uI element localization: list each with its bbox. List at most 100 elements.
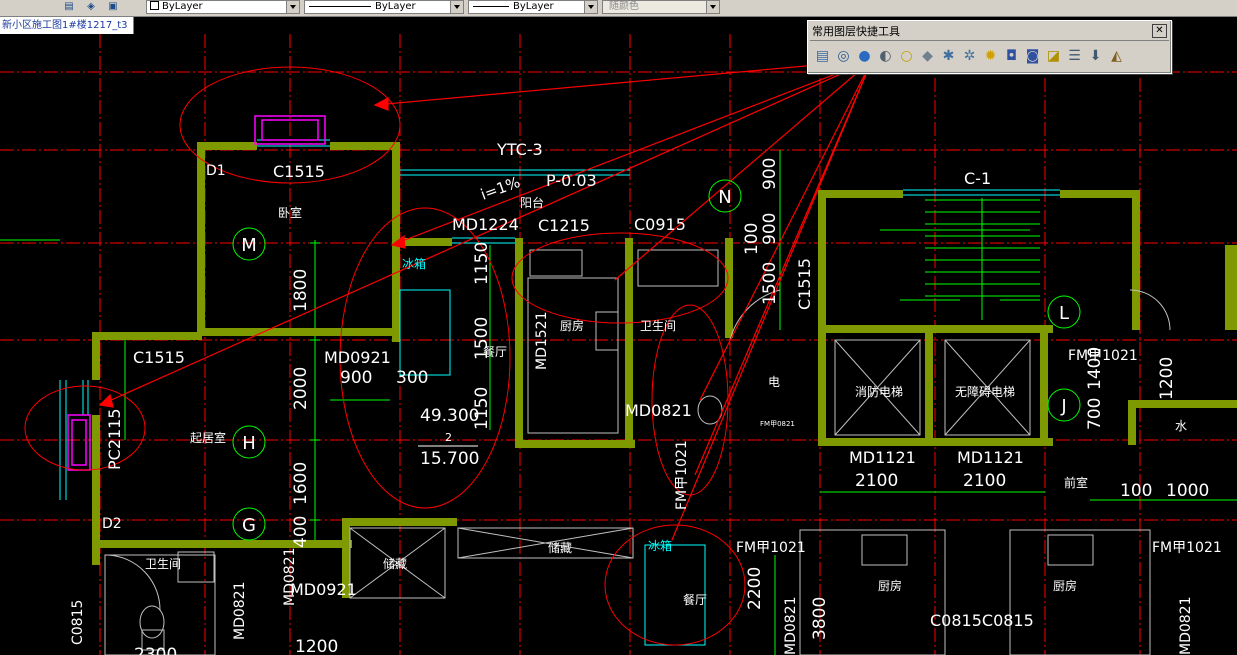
layer-quick-tool-panel[interactable]: 常用图层快捷工具 ✕ ▤ ◎ ● ◐ ○ ◆ ✱ ✲ ✹ ◘ ◙ ◪ ☰ ⬇ ◭ — [807, 20, 1172, 74]
svg-text:900: 900 — [760, 213, 780, 245]
svg-text:J: J — [1060, 396, 1066, 417]
layer-merge-icon[interactable]: ⬇ — [1085, 45, 1106, 67]
lineweight-preview — [473, 5, 509, 7]
svg-text:400: 400 — [291, 516, 311, 548]
svg-text:MD0821: MD0821 — [1178, 597, 1194, 655]
svg-text:C1515: C1515 — [133, 348, 185, 367]
layer-manager-icon[interactable]: ▤ — [62, 0, 76, 13]
svg-text:700: 700 — [1085, 398, 1105, 430]
svg-text:卫生间: 卫生间 — [145, 557, 181, 571]
lock-icon[interactable]: ◘ — [1001, 45, 1022, 67]
layer-tool-title-text: 常用图层快捷工具 — [812, 25, 900, 38]
svg-text:100: 100 — [1120, 481, 1152, 501]
linetype-combo[interactable]: ByLayer — [304, 0, 464, 14]
thaw-icon[interactable]: ✲ — [959, 45, 980, 67]
svg-text:N: N — [718, 187, 731, 208]
svg-text:MD1224: MD1224 — [452, 215, 519, 234]
layer-tool-title[interactable]: 常用图层快捷工具 — [810, 23, 1169, 41]
svg-text:前室: 前室 — [1064, 475, 1088, 490]
svg-text:无障碍电梯: 无障碍电梯 — [955, 384, 1015, 399]
svg-text:卫生间: 卫生间 — [640, 319, 676, 333]
svg-text:C1515: C1515 — [273, 162, 325, 181]
svg-text:厨房: 厨房 — [1053, 578, 1077, 593]
svg-text:L: L — [1059, 303, 1069, 324]
close-button[interactable]: ✕ — [1152, 24, 1167, 38]
svg-text:49.300: 49.300 — [420, 406, 479, 426]
svg-text:电: 电 — [768, 375, 780, 389]
layer-prev-state-icon[interactable]: ▣ — [106, 0, 120, 13]
svg-text:P-0.03: P-0.03 — [546, 171, 597, 190]
color-combo[interactable]: ByLayer — [146, 0, 300, 14]
sun-icon[interactable]: ✹ — [980, 45, 1001, 67]
svg-text:1500: 1500 — [472, 317, 492, 360]
color-combo-value: ByLayer — [162, 1, 203, 12]
svg-text:900: 900 — [760, 158, 780, 190]
properties-toolbar: ▤ ◈ ▣ ByLayer ByLayer ByLayer 随颜色 — [0, 0, 1237, 17]
chevron-down-icon[interactable] — [286, 1, 299, 13]
svg-text:储藏: 储藏 — [383, 556, 407, 571]
svg-text:FM甲1021: FM甲1021 — [674, 440, 690, 510]
svg-text:1800: 1800 — [291, 269, 311, 312]
svg-text:3800: 3800 — [810, 597, 830, 640]
svg-text:15.700: 15.700 — [420, 449, 479, 469]
unlock-icon[interactable]: ◙ — [1022, 45, 1043, 67]
svg-text:M: M — [241, 235, 257, 256]
svg-text:1200: 1200 — [295, 637, 338, 655]
svg-text:MD1121: MD1121 — [957, 448, 1024, 467]
layer-lock-icon[interactable]: ◪ — [1043, 45, 1064, 67]
svg-text:冰箱: 冰箱 — [648, 538, 672, 553]
chevron-down-icon[interactable] — [450, 1, 463, 13]
svg-text:900: 900 — [340, 368, 372, 388]
svg-text:储藏: 储藏 — [548, 540, 572, 555]
layer-delete-icon[interactable]: ◭ — [1106, 45, 1127, 67]
svg-text:C0815: C0815 — [70, 600, 86, 645]
svg-text:厨房: 厨房 — [560, 318, 584, 333]
svg-text:MD1521: MD1521 — [534, 312, 550, 371]
svg-text:起居室: 起居室 — [190, 430, 226, 445]
svg-text:C-1: C-1 — [964, 169, 991, 188]
svg-text:2300: 2300 — [134, 645, 177, 655]
svg-text:C0915: C0915 — [634, 215, 686, 234]
bulb-icon[interactable]: ○ — [896, 45, 917, 67]
plotstyle-combo: 随颜色 — [602, 0, 720, 14]
svg-text:2200: 2200 — [745, 567, 765, 610]
chevron-down-icon[interactable] — [584, 1, 597, 13]
svg-text:MD0921: MD0921 — [324, 348, 391, 367]
svg-text:冰箱: 冰箱 — [402, 256, 426, 271]
svg-text:卧室: 卧室 — [278, 205, 302, 220]
svg-text:YTC-3: YTC-3 — [496, 140, 543, 159]
svg-text:MD0821: MD0821 — [783, 597, 799, 655]
svg-text:1150: 1150 — [472, 242, 492, 285]
svg-text:100: 100 — [742, 223, 762, 255]
svg-text:D1: D1 — [206, 163, 226, 179]
freeze-icon[interactable]: ✱ — [938, 45, 959, 67]
layers-icon[interactable]: ▤ — [812, 45, 833, 67]
lineweight-combo[interactable]: ByLayer — [468, 0, 598, 14]
linetype-combo-value: ByLayer — [375, 1, 416, 12]
bulb-off-icon[interactable]: ◐ — [875, 45, 896, 67]
svg-text:FM甲1021: FM甲1021 — [1152, 540, 1222, 556]
plotstyle-combo-value: 随颜色 — [609, 1, 639, 12]
svg-text:餐厅: 餐厅 — [683, 592, 707, 607]
document-tab-title: 新小区施工图1#楼1217_t3 — [2, 20, 128, 31]
svg-text:水: 水 — [1175, 419, 1187, 433]
svg-text:MD0821: MD0821 — [232, 582, 248, 641]
svg-text:1000: 1000 — [1166, 481, 1209, 501]
layer-match-icon[interactable]: ◆ — [917, 45, 938, 67]
layer-previous-icon[interactable]: ◈ — [84, 0, 98, 13]
document-tab[interactable]: 新小区施工图1#楼1217_t3 — [0, 17, 135, 35]
svg-text:G: G — [242, 515, 256, 536]
svg-text:C0815C0815: C0815C0815 — [930, 611, 1034, 630]
layer-stack-icon[interactable]: ☰ — [1064, 45, 1085, 67]
cad-drawing-canvas[interactable]: N M L J H G 卧室 起居室 餐厅 厨房 卫生间 电 消防电梯 无障碍电… — [0, 34, 1237, 655]
svg-text:C1215: C1215 — [538, 216, 590, 235]
linetype-preview — [309, 5, 371, 7]
svg-text:MD0821: MD0821 — [282, 548, 298, 607]
svg-text:FM甲0821: FM甲0821 — [760, 420, 795, 428]
bulb-on-icon[interactable]: ● — [854, 45, 875, 67]
layer-states-icon[interactable]: ◎ — [833, 45, 854, 67]
lineweight-combo-value: ByLayer — [513, 1, 554, 12]
svg-text:H: H — [242, 433, 256, 454]
svg-text:300: 300 — [396, 368, 428, 388]
svg-text:MD1121: MD1121 — [849, 448, 916, 467]
